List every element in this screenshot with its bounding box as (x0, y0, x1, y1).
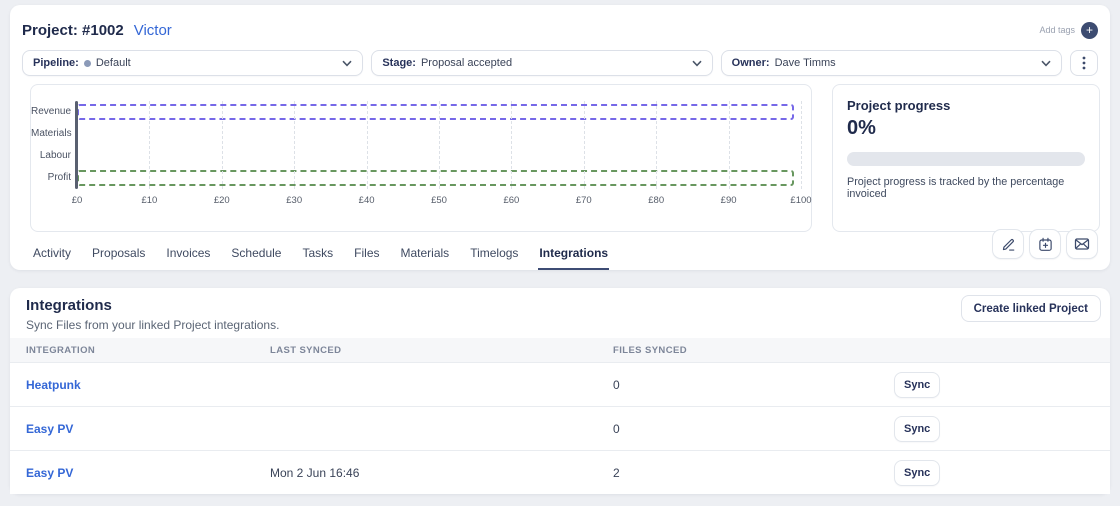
tab-timelogs[interactable]: Timelogs (469, 242, 519, 270)
more-options-button[interactable] (1070, 50, 1098, 76)
tab-integrations[interactable]: Integrations (538, 242, 609, 270)
pipeline-label: Pipeline: (33, 57, 79, 69)
table-header-row: INTEGRATION LAST SYNCED FILES SYNCED (10, 338, 1110, 362)
project-action-buttons (992, 229, 1098, 259)
project-tabs: Activity Proposals Invoices Schedule Tas… (32, 242, 609, 270)
progress-caption: Project progress is tracked by the perce… (847, 176, 1085, 200)
chart-category-label: Materials (31, 123, 71, 145)
integrations-table: INTEGRATION LAST SYNCED FILES SYNCED Hea… (10, 338, 1110, 494)
chart-gridline (367, 101, 368, 189)
chart-gridline (294, 101, 295, 189)
tab-files[interactable]: Files (353, 242, 380, 270)
email-button[interactable] (1066, 229, 1098, 259)
chart-gridline (729, 101, 730, 189)
kebab-menu-icon (1082, 56, 1086, 70)
chart-x-tick: £20 (214, 195, 230, 206)
column-header-integration: INTEGRATION (10, 345, 270, 356)
chevron-down-icon (692, 60, 702, 67)
sync-button[interactable]: Sync (894, 416, 940, 442)
stage-label: Stage: (382, 57, 416, 69)
chart-category-label: Labour (31, 145, 71, 167)
chart-bar-profit (77, 170, 794, 186)
integrations-panel: Integrations Sync Files from your linked… (10, 288, 1110, 494)
integration-name-link[interactable]: Easy PV (10, 466, 270, 480)
last-synced-cell: Mon 2 Jun 16:46 (270, 466, 613, 480)
chart-x-tick: £0 (72, 195, 83, 206)
chart-category-label: Revenue (31, 101, 71, 123)
project-name-link[interactable]: Victor (134, 22, 172, 39)
owner-value: Dave Timms (775, 57, 836, 69)
edit-button[interactable] (992, 229, 1024, 259)
table-row: Heatpunk 0 Sync (10, 362, 1110, 406)
chart-x-tick: £60 (503, 195, 519, 206)
chart-x-tick: £40 (359, 195, 375, 206)
project-summary-card: Project: #1002 Victor Add tags + Pipelin… (10, 5, 1110, 270)
plus-icon: + (1086, 23, 1093, 37)
chart-gridline (656, 101, 657, 189)
pipeline-dropdown[interactable]: Pipeline: Default (22, 50, 363, 76)
chart-x-tick: £80 (648, 195, 664, 206)
chart-gridline (801, 101, 802, 189)
chart-gridline (511, 101, 512, 189)
integrations-title: Integrations (26, 297, 112, 314)
project-financials-chart: RevenueMaterialsLabourProfit£0 £10 £20 £30 £… (30, 84, 812, 232)
integrations-subtitle: Sync Files from your linked Project inte… (26, 318, 279, 332)
files-synced-cell: 0 (613, 378, 894, 392)
table-row: Easy PV 0 Sync (10, 406, 1110, 450)
stage-value: Proposal accepted (421, 57, 512, 69)
chart-x-tick: £100 (790, 195, 811, 206)
table-row: Easy PV Mon 2 Jun 16:46 2 Sync (10, 450, 1110, 494)
sync-button[interactable]: Sync (894, 460, 940, 486)
integration-name-link[interactable]: Heatpunk (10, 378, 270, 392)
tab-materials[interactable]: Materials (400, 242, 451, 270)
pencil-icon (1001, 237, 1016, 252)
progress-title: Project progress (847, 98, 1085, 113)
files-synced-cell: 0 (613, 422, 894, 436)
chart-gridline (222, 101, 223, 189)
pipeline-value: Default (96, 57, 131, 69)
tab-proposals[interactable]: Proposals (91, 242, 146, 270)
tab-activity[interactable]: Activity (32, 242, 72, 270)
progress-bar (847, 152, 1085, 166)
chart-x-tick: £50 (431, 195, 447, 206)
project-header: Project: #1002 Victor Add tags + (22, 19, 1098, 41)
project-progress-card: Project progress 0% Project progress is … (832, 84, 1100, 232)
chart-x-tick: £30 (286, 195, 302, 206)
owner-label: Owner: (732, 57, 770, 69)
files-synced-cell: 2 (613, 466, 894, 480)
owner-dropdown[interactable]: Owner: Dave Timms (721, 50, 1062, 76)
column-header-files-synced: FILES SYNCED (613, 345, 894, 356)
filter-row: Pipeline: Default Stage: Proposal accept… (22, 50, 1098, 76)
column-header-last-synced: LAST SYNCED (270, 345, 613, 356)
chart-x-tick: £70 (576, 195, 592, 206)
sync-button[interactable]: Sync (894, 372, 940, 398)
stage-dropdown[interactable]: Stage: Proposal accepted (371, 50, 712, 76)
create-linked-project-button[interactable]: Create linked Project (961, 295, 1101, 322)
envelope-icon (1074, 237, 1090, 251)
chart-gridline (439, 101, 440, 189)
add-tags-label: Add tags (1039, 25, 1075, 35)
tab-invoices[interactable]: Invoices (165, 242, 211, 270)
integration-name-link[interactable]: Easy PV (10, 422, 270, 436)
tab-schedule[interactable]: Schedule (230, 242, 282, 270)
chart-category-label: Profit (31, 167, 71, 189)
chart-x-tick: £10 (141, 195, 157, 206)
project-id-label: Project: #1002 (22, 22, 124, 39)
calendar-plus-icon (1038, 237, 1053, 252)
chart-gridline (584, 101, 585, 189)
pipeline-status-dot-icon (84, 60, 91, 67)
tab-tasks[interactable]: Tasks (301, 242, 334, 270)
chart-bar-revenue (77, 104, 794, 120)
chevron-down-icon (1041, 60, 1051, 67)
chart-gridline (149, 101, 150, 189)
add-tags-button[interactable]: + (1081, 22, 1098, 39)
chart-x-tick: £90 (721, 195, 737, 206)
progress-percent: 0% (847, 117, 1085, 140)
schedule-event-button[interactable] (1029, 229, 1061, 259)
chart-y-axis (75, 101, 78, 189)
chevron-down-icon (342, 60, 352, 67)
